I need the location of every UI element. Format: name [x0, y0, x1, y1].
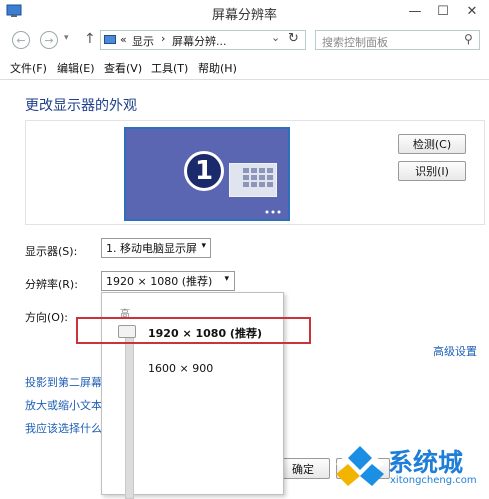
- watermark-url: xitongcheng.com: [390, 475, 477, 486]
- orientation-label: 方向(O):: [25, 311, 68, 324]
- back-button[interactable]: ←: [12, 31, 30, 49]
- breadcrumb-display[interactable]: 显示: [132, 33, 154, 49]
- page-title: 更改显示器的外观: [25, 98, 137, 114]
- maximize-button[interactable]: ☐: [430, 0, 456, 22]
- search-input[interactable]: 搜索控制面板 ⚲: [315, 30, 480, 50]
- detect-button[interactable]: 检测(C): [398, 134, 466, 154]
- forward-button[interactable]: →: [40, 31, 58, 49]
- refresh-button[interactable]: ↻: [288, 31, 299, 46]
- chevron-down-icon: ▾: [224, 274, 229, 284]
- control-panel-icon: [104, 35, 116, 44]
- resolution-slider-track[interactable]: [125, 327, 134, 499]
- menu-file[interactable]: 文件(F): [10, 60, 47, 76]
- resolution-select-value: 1920 × 1080 (推荐): [106, 275, 213, 288]
- menu-help[interactable]: 帮助(H): [198, 60, 237, 76]
- identify-button[interactable]: 识别(I): [398, 161, 466, 181]
- display-select-value: 1. 移动电脑显示屏: [106, 242, 197, 255]
- menu-tools[interactable]: 工具(T): [151, 60, 188, 76]
- resolution-select[interactable]: 1920 × 1080 (推荐) ▾: [101, 271, 235, 291]
- search-placeholder: 搜索控制面板: [322, 36, 388, 49]
- highlight-box: [76, 317, 311, 344]
- breadcrumb-separator: «: [120, 33, 127, 46]
- watermark-name: 系统城: [388, 448, 464, 477]
- resolution-label: 分辨率(R):: [25, 278, 78, 291]
- xitongcheng-logo: [336, 442, 384, 486]
- advanced-settings-link[interactable]: 高级设置: [433, 343, 477, 359]
- display-select[interactable]: 1. 移动电脑显示屏 ▾: [101, 238, 211, 258]
- address-dropdown-icon[interactable]: ⌄: [271, 31, 280, 44]
- menu-divider: [0, 79, 489, 80]
- option-1600x900[interactable]: 1600 × 900: [148, 362, 213, 375]
- menu-edit[interactable]: 编辑(E): [57, 60, 95, 76]
- close-button[interactable]: ✕: [458, 0, 486, 22]
- recent-pages-chevron-icon[interactable]: ▾: [64, 33, 69, 43]
- menu-view[interactable]: 查看(V): [104, 60, 142, 76]
- up-button[interactable]: ↑: [84, 31, 96, 47]
- screen-grid-icon: [229, 163, 277, 197]
- chevron-down-icon: ▾: [201, 241, 206, 251]
- monitor-1-thumbnail[interactable]: 1: [124, 127, 290, 221]
- address-bar[interactable]: « 显示 › 屏幕分辨... ⌄: [100, 30, 306, 50]
- help-choose-link[interactable]: 我应该选择什么: [25, 420, 102, 436]
- text-size-link[interactable]: 放大或缩小文本: [25, 397, 102, 413]
- monitor-number: 1: [194, 156, 214, 186]
- search-icon[interactable]: ⚲: [464, 32, 473, 46]
- minimize-button[interactable]: —: [402, 0, 428, 22]
- project-second-screen-link[interactable]: 投影到第二屏幕: [25, 374, 102, 390]
- breadcrumb-arrow-icon: ›: [161, 32, 166, 45]
- breadcrumb-resolution[interactable]: 屏幕分辨...: [172, 33, 227, 49]
- taskbar-dots-icon: [265, 210, 281, 214]
- display-label: 显示器(S):: [25, 245, 78, 258]
- ok-button[interactable]: 确定: [276, 458, 330, 479]
